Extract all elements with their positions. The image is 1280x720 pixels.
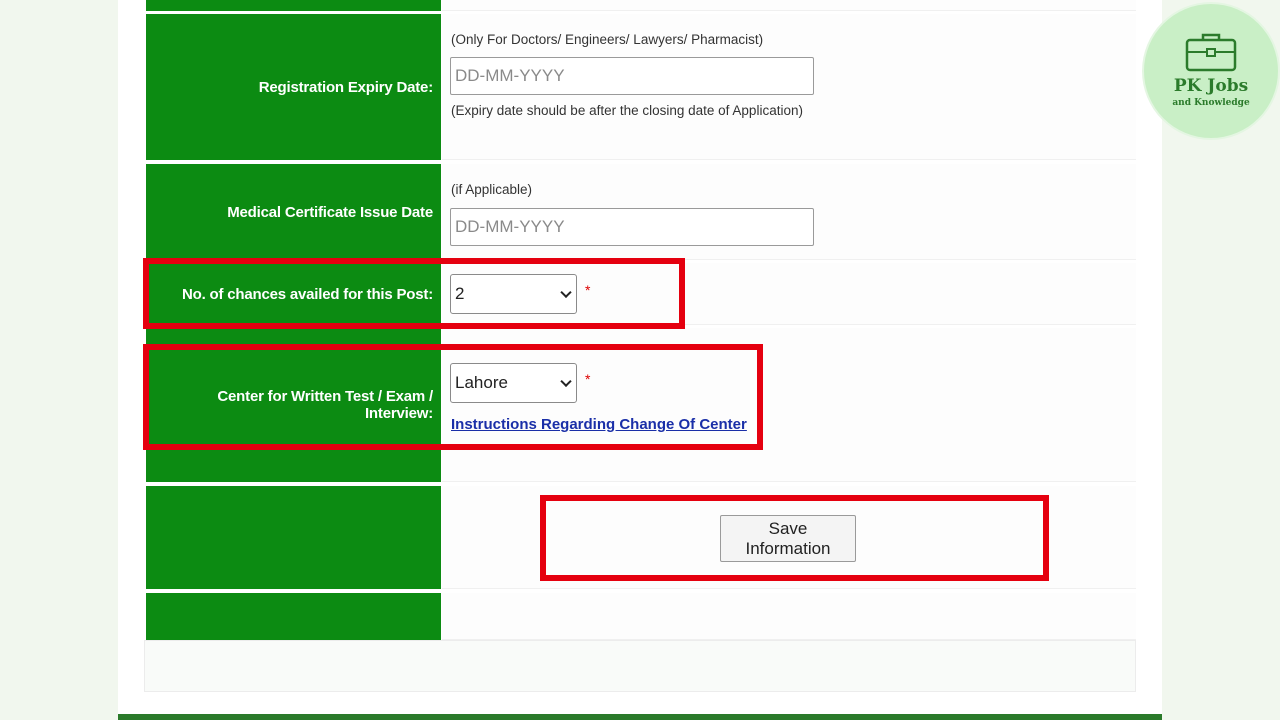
form-label-cell [146,0,441,11]
highlight-center [143,344,763,450]
registration-expiry-value: (Only For Doctors/ Engineers/ Lawyers/ P… [442,14,1136,160]
registration-expiry-note-top: (Only For Doctors/ Engineers/ Lawyers/ P… [451,32,764,47]
form-value-cell [442,593,1136,640]
form-label-cell [146,593,441,640]
medical-certificate-input[interactable] [450,208,814,246]
pk-jobs-logo: PK Jobs and Knowledge [1144,4,1278,138]
registration-expiry-label: Registration Expiry Date: [146,14,441,160]
form-value-cell [442,0,1136,11]
form-label-cell [146,486,441,589]
form-row-bottom [146,593,1136,640]
form-row-top [146,0,1136,11]
briefcase-icon [1185,33,1237,72]
medical-certificate-row: Medical Certificate Issue Date (if Appli… [146,164,1136,260]
footer-bar [118,714,1162,720]
medical-certificate-note: (if Applicable) [451,182,533,197]
logo-title: PK Jobs [1173,76,1249,96]
medical-certificate-label: Medical Certificate Issue Date [146,164,441,260]
registration-expiry-note-bottom: (Expiry date should be after the closing… [451,103,803,118]
highlight-chances [143,258,685,329]
medical-certificate-value: (if Applicable) [442,164,1136,260]
registration-expiry-input[interactable] [450,57,814,95]
registration-expiry-row: Registration Expiry Date: (Only For Doct… [146,14,1136,160]
logo-subtitle: and Knowledge [1172,98,1250,108]
highlight-save [540,495,1049,581]
form-footer-panel [144,640,1136,692]
